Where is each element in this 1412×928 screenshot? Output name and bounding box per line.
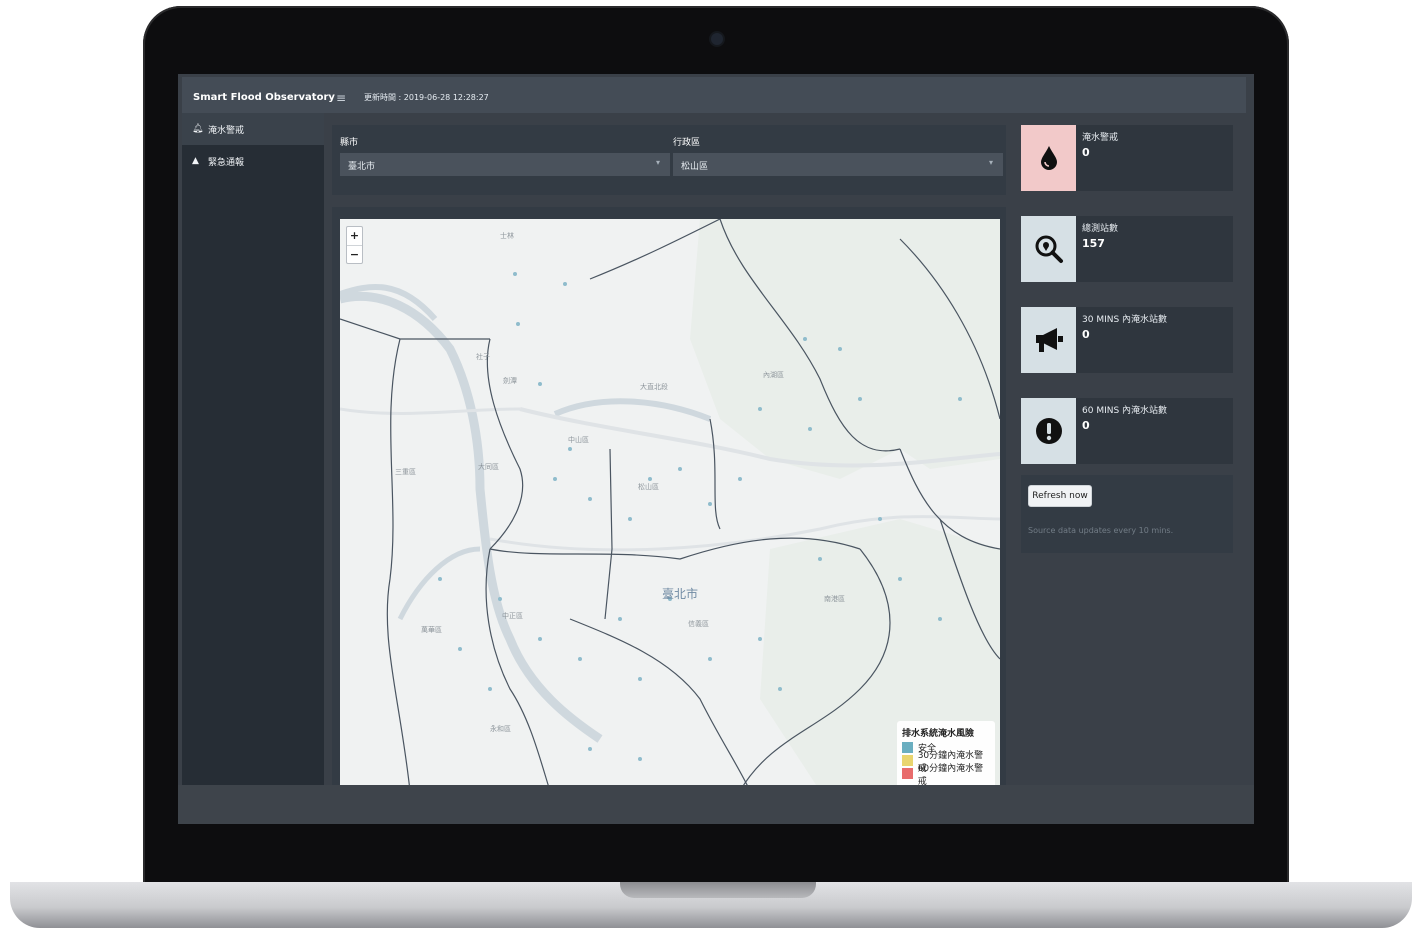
refresh-panel: Refresh now Source data updates every 10… — [1021, 475, 1233, 553]
card-title: 60 MINS 內淹水站數 — [1082, 406, 1168, 416]
map-zoom-control: + − — [346, 226, 363, 264]
county-label: 縣市 — [340, 138, 359, 148]
card-value: 157 — [1082, 237, 1105, 250]
card-flood-alert: 淹水警戒 0 — [1021, 125, 1233, 191]
map-label-xinyi: 信義區 — [688, 620, 709, 628]
legend-swatch — [902, 755, 913, 766]
county-select-value: 臺北市 — [348, 162, 376, 172]
map-label-wanhua: 萬華區 — [421, 626, 442, 634]
refresh-now-button[interactable]: Refresh now — [1028, 485, 1092, 507]
legend-swatch — [902, 742, 913, 753]
zoom-out-button[interactable]: − — [347, 245, 362, 263]
map-label-yonghe: 永和區 — [490, 725, 511, 733]
bell-icon: 🔔︎ — [192, 124, 204, 134]
map-label-neihu: 內湖區 — [763, 371, 784, 379]
card-value: 0 — [1082, 328, 1090, 341]
card-title: 淹水警戒 — [1082, 133, 1119, 143]
sidebar-item-flood-alert[interactable]: 🔔︎ 淹水警戒 — [182, 113, 324, 145]
megaphone-icon — [1021, 307, 1076, 373]
chevron-down-icon: ▾ — [655, 158, 660, 167]
district-label: 行政區 — [673, 138, 701, 148]
card-30min-stations: 30 MINS 內淹水站數 0 — [1021, 307, 1233, 373]
map-label-shilin: 士林 — [500, 232, 514, 240]
update-time: 更新時間 : 2019-06-28 12:28:27 — [364, 93, 489, 102]
top-bar: Smart Flood Observatory ≡ 更新時間 : 2019-06… — [182, 77, 1246, 113]
map-panel: 三重區 大同區 中山區 松山區 內湖區 中正區 萬華區 信義區 南港區 永和區 … — [332, 207, 1006, 791]
map-label-zhongshan: 中山區 — [568, 436, 589, 444]
card-total-stations: 總測站數 157 — [1021, 216, 1233, 282]
refresh-note: Source data updates every 10 mins. — [1028, 526, 1174, 535]
exclamation-circle-icon — [1021, 398, 1076, 464]
map-label-sanchong: 三重區 — [395, 468, 416, 476]
zoom-in-button[interactable]: + — [347, 227, 362, 245]
map-label-jiannan: 劍潭 — [503, 377, 517, 385]
map-label-zhongzheng: 中正區 — [502, 612, 523, 620]
card-title: 總測站數 — [1082, 224, 1119, 234]
district-select-value: 松山區 — [681, 162, 709, 172]
search-location-icon — [1021, 216, 1076, 282]
card-value: 0 — [1082, 419, 1090, 432]
county-select[interactable]: 臺北市 ▾ — [340, 153, 670, 176]
main-content: 縣市 臺北市 ▾ 行政區 松山區 ▾ 三重區 大同區 中山區 松山區 內湖區 中… — [324, 113, 1246, 791]
legend-swatch — [902, 768, 913, 779]
sidebar-item-label: 淹水警戒 — [208, 125, 245, 136]
filter-panel: 縣市 臺北市 ▾ 行政區 松山區 ▾ — [332, 125, 1006, 195]
legend-item: 60分鐘內淹水警戒 — [902, 764, 990, 787]
map-label-nangang: 南港區 — [824, 595, 845, 603]
app-screen: Smart Flood Observatory ≡ 更新時間 : 2019-06… — [178, 74, 1254, 824]
map-label-datong: 大同區 — [478, 463, 499, 471]
flood-map[interactable]: 三重區 大同區 中山區 松山區 內湖區 中正區 萬華區 信義區 南港區 永和區 … — [340, 219, 1000, 791]
warning-triangle-icon: ▲ — [192, 156, 199, 166]
footer-strip — [178, 785, 1254, 824]
sidebar: 🔔︎ 淹水警戒 ▲ 緊急通報 — [182, 113, 324, 785]
map-basemap — [340, 219, 1000, 791]
chevron-down-icon: ▾ — [988, 158, 993, 167]
card-value: 0 — [1082, 146, 1090, 159]
card-title: 30 MINS 內淹水站數 — [1082, 315, 1168, 325]
map-label-dazhi: 大直北段 — [640, 383, 668, 391]
district-select[interactable]: 松山區 ▾ — [673, 153, 1003, 176]
map-label-songshan: 松山區 — [638, 483, 659, 491]
hamburger-menu-icon[interactable]: ≡ — [336, 91, 346, 105]
legend-label: 60分鐘內淹水警戒 — [917, 763, 984, 787]
map-label-taipei: 臺北市 — [662, 587, 699, 601]
webcam — [711, 33, 723, 45]
map-legend: 排水系統淹水風險 安全 30分鐘內淹水警戒 60分鐘內淹水警戒 — [897, 721, 995, 789]
laptop-notch — [620, 882, 816, 898]
water-drop-icon — [1021, 125, 1076, 191]
sidebar-item-label: 緊急通報 — [208, 157, 245, 168]
card-60min-stations: 60 MINS 內淹水站數 0 — [1021, 398, 1233, 464]
legend-title: 排水系統淹水風險 — [902, 729, 975, 739]
map-label-shetsz: 社子 — [476, 353, 490, 361]
app-brand[interactable]: Smart Flood Observatory — [193, 92, 335, 103]
sidebar-item-emergency-report[interactable]: ▲ 緊急通報 — [182, 145, 324, 177]
